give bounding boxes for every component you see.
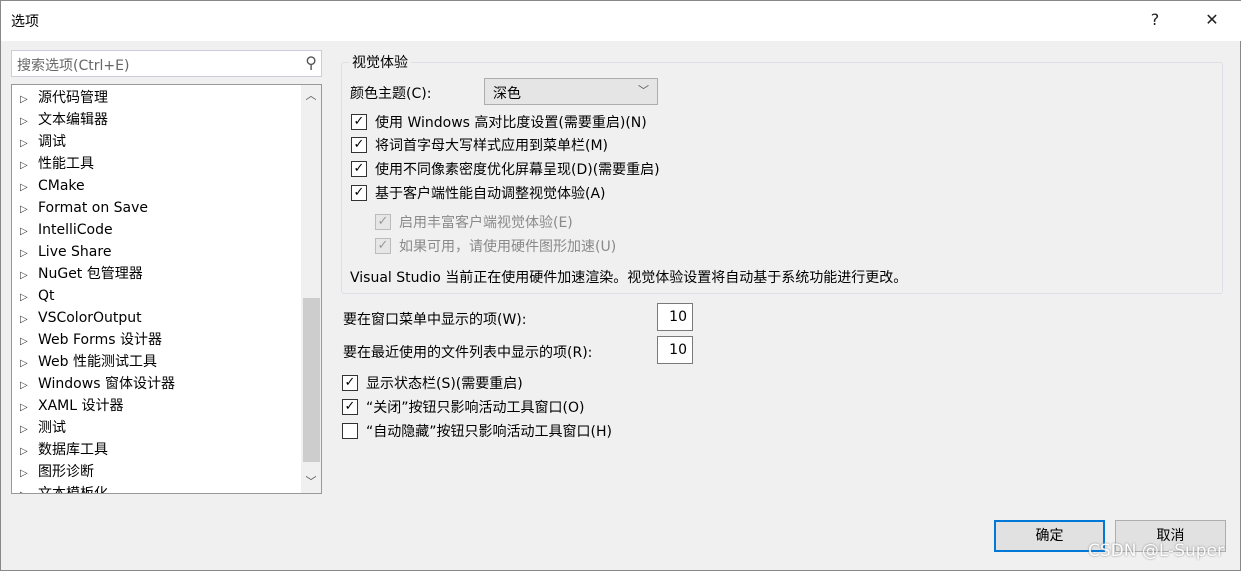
tree-item-label: NuGet 包管理器 — [38, 266, 143, 282]
expand-arrow-icon[interactable]: ▷ — [20, 397, 38, 419]
search-input[interactable]: 搜索选项(Ctrl+E) ⚲ — [11, 50, 322, 77]
tree-item[interactable]: ▷ Web 性能测试工具 — [20, 351, 157, 373]
tree-item[interactable]: ▷ 源代码管理 — [20, 87, 108, 109]
close-button[interactable]: ✕ — [1197, 7, 1227, 33]
theme-label: 颜色主题(C): — [350, 86, 432, 102]
visual-option-label: 将词首字母大写样式应用到菜单栏(M) — [375, 138, 609, 154]
expand-arrow-icon[interactable]: ▷ — [20, 331, 38, 353]
expand-arrow-icon[interactable]: ▷ — [20, 485, 38, 493]
expand-arrow-icon[interactable]: ▷ — [20, 243, 38, 265]
tree-item[interactable]: ▷ XAML 设计器 — [20, 395, 124, 417]
expand-arrow-icon[interactable]: ▷ — [20, 111, 38, 133]
expand-arrow-icon[interactable]: ▷ — [20, 199, 38, 221]
title-bar: 选项 ? ✕ — [1, 1, 1241, 41]
tree-item-label: Qt — [38, 288, 55, 304]
tree-item[interactable]: ▷ 测试 — [20, 417, 66, 439]
visual-option-label: 使用不同像素密度优化屏幕呈现(D)(需要重启) — [375, 162, 660, 178]
tree-item-label: Web 性能测试工具 — [38, 354, 157, 370]
scroll-up-icon[interactable]: ︿ — [301, 87, 321, 103]
visual-option-label: 基于客户端性能自动调整视觉体验(A) — [375, 186, 606, 202]
tree-item-label: Live Share — [38, 244, 112, 260]
tree-item[interactable]: ▷ Windows 窗体设计器 — [20, 373, 175, 395]
scrollbar-thumb[interactable] — [303, 298, 320, 462]
general-option-checkbox[interactable]: ✓ — [342, 399, 358, 415]
visual-option-checkbox[interactable]: ✓ — [351, 137, 367, 153]
tree-item-label: 测试 — [38, 420, 66, 436]
chevron-down-icon: ﹀ — [638, 84, 649, 97]
tree-item[interactable]: ▷ IntelliCode — [20, 219, 113, 241]
expand-arrow-icon[interactable]: ▷ — [20, 309, 38, 331]
search-placeholder: 搜索选项(Ctrl+E) — [17, 58, 130, 74]
expand-arrow-icon[interactable]: ▷ — [20, 375, 38, 397]
tree-item[interactable]: ▷ 性能工具 — [20, 153, 94, 175]
watermark: CSDN @L-Super — [1088, 541, 1224, 561]
general-option-label: “自动隐藏”按钮只影响活动工具窗口(H) — [366, 424, 612, 440]
tree-item-label: 数据库工具 — [38, 442, 108, 458]
recent-files-label: 要在最近使用的文件列表中显示的项(R): — [343, 345, 593, 361]
tree-item[interactable]: ▷ 数据库工具 — [20, 439, 108, 461]
theme-value: 深色 — [493, 86, 521, 102]
expand-arrow-icon[interactable]: ▷ — [20, 265, 38, 287]
tree-item-label: 源代码管理 — [38, 90, 108, 106]
theme-select[interactable]: 深色 ﹀ — [484, 78, 658, 105]
tree-item[interactable]: ▷ Qt — [20, 285, 55, 307]
recent-files-count-input[interactable]: 10 — [657, 336, 693, 364]
tree-item-label: 文本编辑器 — [38, 112, 108, 128]
visual-option-checkbox[interactable]: ✓ — [351, 185, 367, 201]
expand-arrow-icon[interactable]: ▷ — [20, 133, 38, 155]
expand-arrow-icon[interactable]: ▷ — [20, 89, 38, 111]
tree-item-label: VSColorOutput — [38, 310, 142, 326]
tree-item-label: Web Forms 设计器 — [38, 332, 162, 348]
visual-option-checkbox: ✓ — [375, 214, 391, 230]
tree-item[interactable]: ▷ 调试 — [20, 131, 66, 153]
tree-item-label: 图形诊断 — [38, 464, 94, 480]
scroll-down-icon[interactable]: ﹀ — [301, 473, 321, 489]
tree-item[interactable]: ▷ VSColorOutput — [20, 307, 142, 329]
help-button[interactable]: ? — [1140, 7, 1170, 33]
window-menu-label: 要在窗口菜单中显示的项(W): — [343, 312, 527, 328]
group-title: 视觉体验 — [349, 52, 411, 72]
tree-item[interactable]: ▷ NuGet 包管理器 — [20, 263, 143, 285]
visual-option-label: 如果可用，请使用硬件图形加速(U) — [399, 239, 617, 255]
visual-option-label: 使用 Windows 高对比度设置(需要重启)(N) — [375, 115, 647, 131]
expand-arrow-icon[interactable]: ▷ — [20, 441, 38, 463]
expand-arrow-icon[interactable]: ▷ — [20, 155, 38, 177]
visual-option-checkbox[interactable]: ✓ — [351, 161, 367, 177]
expand-arrow-icon[interactable]: ▷ — [20, 287, 38, 309]
rendering-note: Visual Studio 当前正在使用硬件加速渲染。视觉体验设置将自动基于系统… — [350, 270, 908, 286]
options-tree[interactable]: ▷文本模板化▷图形诊断▷数据库工具▷测试▷XAML 设计器▷Windows 窗体… — [11, 84, 322, 494]
expand-arrow-icon[interactable]: ▷ — [20, 419, 38, 441]
tree-item-label: 性能工具 — [38, 156, 94, 172]
tree-item-label: IntelliCode — [38, 222, 113, 238]
general-option-label: “关闭”按钮只影响活动工具窗口(O) — [366, 400, 585, 416]
tree-item-label: 调试 — [38, 134, 66, 150]
search-icon[interactable]: ⚲ — [305, 53, 317, 72]
expand-arrow-icon[interactable]: ▷ — [20, 221, 38, 243]
general-option-checkbox[interactable] — [342, 423, 358, 439]
general-option-label: 显示状态栏(S)(需要重启) — [366, 376, 523, 392]
tree-item-label: Format on Save — [38, 200, 149, 216]
visual-option-checkbox[interactable]: ✓ — [351, 114, 367, 130]
tree-item-label: Windows 窗体设计器 — [38, 376, 175, 392]
tree-scrollbar[interactable]: ︿ ﹀ — [301, 85, 321, 493]
tree-item[interactable]: ▷ 文本编辑器 — [20, 109, 108, 131]
window-menu-count-input[interactable]: 10 — [657, 303, 693, 331]
tree-item-label: XAML 设计器 — [38, 398, 124, 414]
visual-option-checkbox: ✓ — [375, 238, 391, 254]
tree-item[interactable]: ▷ Web Forms 设计器 — [20, 329, 162, 351]
expand-arrow-icon[interactable]: ▷ — [20, 463, 38, 485]
window-title: 选项 — [11, 14, 39, 30]
expand-arrow-icon[interactable]: ▷ — [20, 353, 38, 375]
tree-item[interactable]: ▷ Format on Save — [20, 197, 148, 219]
expand-arrow-icon[interactable]: ▷ — [20, 177, 38, 199]
tree-item[interactable]: ▷ Live Share — [20, 241, 111, 263]
general-option-checkbox[interactable]: ✓ — [342, 375, 358, 391]
tree-item[interactable]: ▷ CMake — [20, 175, 85, 197]
tree-item[interactable]: ▷ 图形诊断 — [20, 461, 94, 483]
tree-item-label: 文本模板化 — [38, 486, 108, 494]
visual-option-label: 启用丰富客户端视觉体验(E) — [399, 215, 573, 231]
tree-item-label: CMake — [38, 178, 85, 194]
